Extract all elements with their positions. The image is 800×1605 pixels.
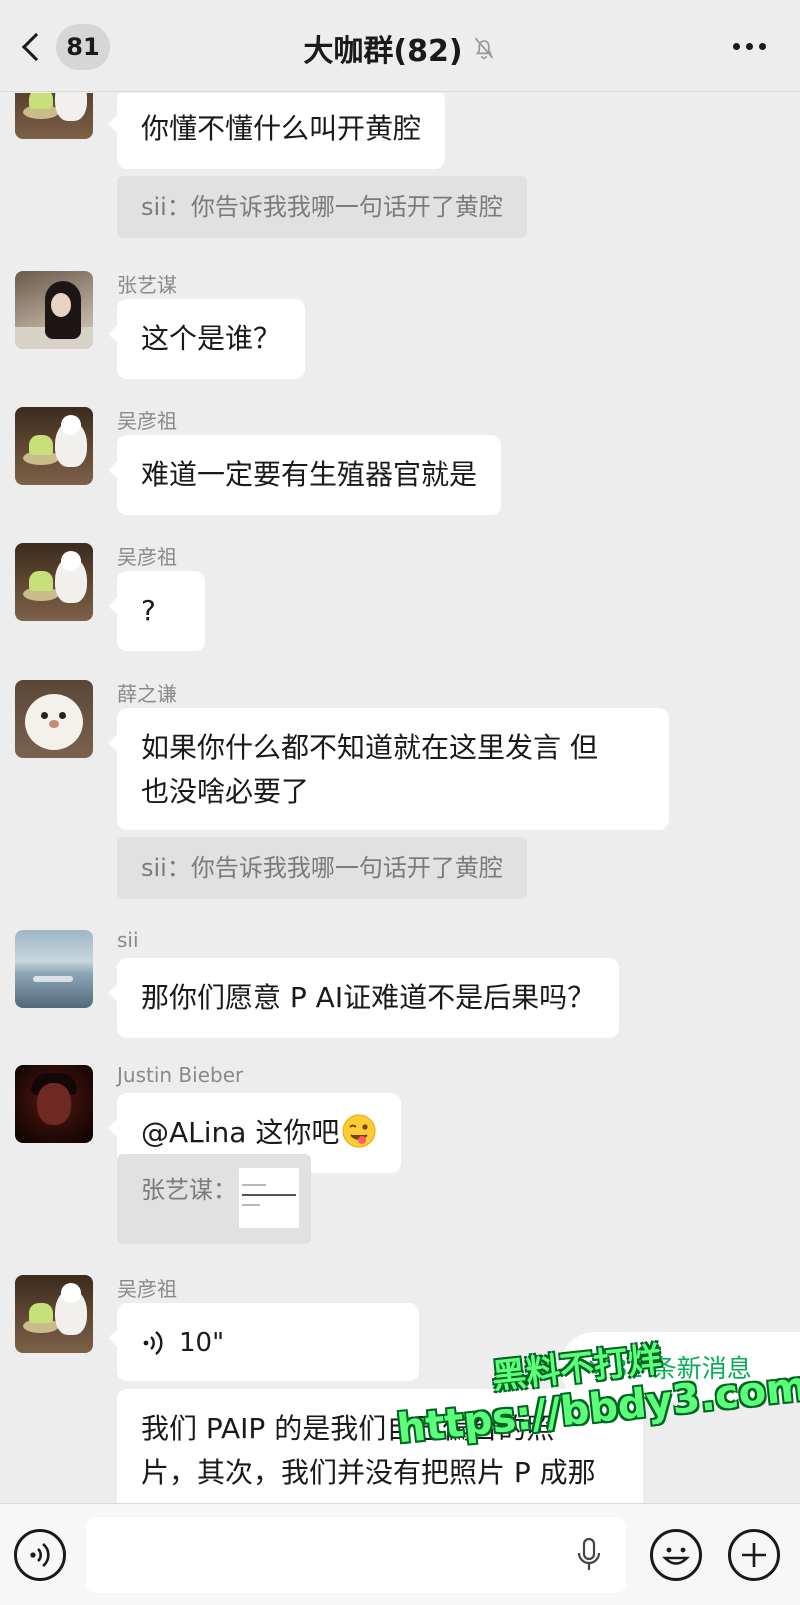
more-dot xyxy=(746,43,753,50)
more-dots-icon xyxy=(733,43,740,50)
message-line: 也没啥必要了 xyxy=(141,775,310,808)
more-options-button[interactable] xyxy=(733,43,766,50)
quoted-image-reply[interactable]: 张艺谋： xyxy=(117,1154,311,1244)
voice-wave-icon xyxy=(143,1331,163,1355)
avatar[interactable] xyxy=(15,930,93,1008)
emoji-button[interactable] xyxy=(650,1529,702,1581)
quote-sender: 张艺谋： xyxy=(141,1176,237,1204)
avatar[interactable] xyxy=(15,93,93,139)
message-bubble[interactable]: 你懂不懂什么叫开黄腔 xyxy=(107,93,446,169)
message-bubble[interactable]: ? xyxy=(108,571,205,651)
message-bubble[interactable]: 我们 PAIP 的是我们自己偏台的照 片，其次，我们并没有把照片 P 成那 xyxy=(117,1389,643,1503)
message-bubble[interactable]: 如果你什么都不知道就在这里发言 但 也没啥必要了 xyxy=(108,708,669,830)
message-input[interactable] xyxy=(86,1517,626,1593)
quoted-reply[interactable]: sii：你告诉我我哪一句话开了黄腔 xyxy=(117,837,527,899)
avatar[interactable] xyxy=(15,271,93,349)
chat-title: 大咖群(82) xyxy=(303,34,463,69)
quoted-image-thumbnail xyxy=(239,1168,299,1228)
sender-name: 吴彦祖 xyxy=(117,545,177,569)
new-messages-label: 32 条新消息 xyxy=(612,1354,752,1383)
more-actions-button[interactable] xyxy=(728,1529,780,1581)
message-bubble[interactable]: 那你们愿意 P AI证难道不是后果吗？ xyxy=(107,958,620,1038)
avatar[interactable] xyxy=(15,543,93,621)
message-bubble[interactable]: 这个是谁？ xyxy=(107,299,306,379)
avatar[interactable] xyxy=(15,1065,93,1143)
message-list[interactable]: 你懂不懂什么叫开黄腔 sii：你告诉我我哪一句话开了黄腔 张艺谋 这个是谁？ 吴… xyxy=(0,93,800,1503)
quoted-reply[interactable]: sii：你告诉我我哪一句话开了黄腔 xyxy=(117,176,527,238)
voice-message-bubble[interactable]: 10" xyxy=(108,1303,419,1381)
chat-header: 81 大咖群(82) xyxy=(0,0,800,92)
sender-name: sii xyxy=(117,928,139,952)
sender-name: Justin Bieber xyxy=(117,1063,244,1087)
avatar[interactable] xyxy=(15,1275,93,1353)
emoji-icon xyxy=(662,1547,690,1565)
voice-toggle-icon xyxy=(30,1542,50,1568)
avatar[interactable] xyxy=(15,680,93,758)
avatar[interactable] xyxy=(15,407,93,485)
message-text: @ALina 这你吧 xyxy=(141,1116,340,1149)
winking-face-tongue-emoji xyxy=(342,1114,376,1148)
sender-name: 吴彦祖 xyxy=(117,1277,177,1301)
microphone-icon[interactable] xyxy=(576,1537,602,1573)
plus-icon xyxy=(742,1543,766,1567)
sender-name: 薛之谦 xyxy=(117,682,177,706)
voice-toggle-button[interactable] xyxy=(14,1529,66,1581)
input-bar xyxy=(0,1503,800,1605)
sender-name: 吴彦祖 xyxy=(117,409,177,433)
mute-bell-icon xyxy=(474,37,493,60)
sender-name: 张艺谋 xyxy=(117,273,177,297)
message-line: 片，其次，我们并没有把照片 P 成那 xyxy=(141,1456,596,1489)
voice-duration: 10" xyxy=(179,1328,225,1358)
more-dot xyxy=(759,43,766,50)
double-chevron-down-icon xyxy=(589,1360,603,1375)
new-messages-button[interactable]: 32 条新消息 xyxy=(560,1332,800,1402)
message-line: 如果你什么都不知道就在这里发言 但 xyxy=(141,731,598,764)
message-line: 我们 PAIP 的是我们自己偏台的照 xyxy=(141,1412,555,1445)
message-bubble[interactable]: 难道一定要有生殖器官就是 xyxy=(107,435,502,515)
chat-title-group[interactable]: 大咖群(82) xyxy=(0,26,800,70)
